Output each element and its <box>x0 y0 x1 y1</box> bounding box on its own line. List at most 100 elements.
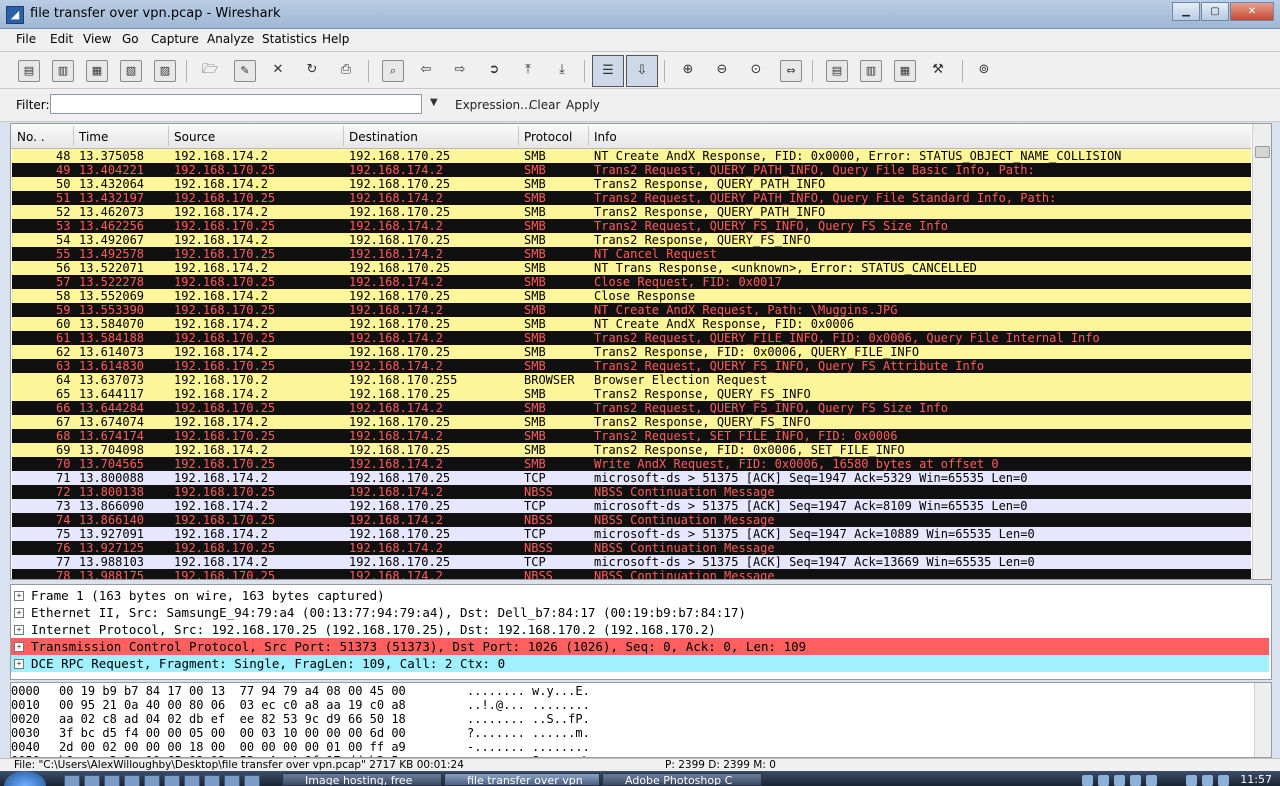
packet-row[interactable]: 68 13.674174 192.168.170.25 192.168.174.2 SM… <box>12 429 1251 443</box>
taskbar-button-wireshark[interactable]: file transfer over vpn <box>444 773 600 786</box>
start-capture-icon[interactable]: ▦ <box>86 60 108 82</box>
tray-icon[interactable] <box>1114 775 1125 786</box>
detail-tree-item[interactable]: + Frame 1 (163 bytes on wire, 163 bytes c… <box>11 587 1269 604</box>
volume-icon[interactable] <box>1218 775 1229 786</box>
expand-plus-icon[interactable]: + <box>14 659 24 669</box>
packet-row[interactable]: 48 13.375058 192.168.174.2 192.168.170.25 SM… <box>12 149 1251 163</box>
network-icon[interactable] <box>1202 775 1213 786</box>
packet-row[interactable]: 74 13.866140 192.168.170.25 192.168.174.2 NB… <box>12 513 1251 527</box>
packet-row[interactable]: 65 13.644117 192.168.174.2 192.168.170.25 SM… <box>12 387 1251 401</box>
packet-row[interactable]: 77 13.988103 192.168.174.2 192.168.170.25 TC… <box>12 555 1251 569</box>
column-no[interactable]: No. . <box>17 130 45 144</box>
packet-row[interactable]: 63 13.614830 192.168.170.25 192.168.174.2 SM… <box>12 359 1251 373</box>
column-divider[interactable] <box>343 126 344 146</box>
menu-capture[interactable]: Capture <box>151 32 199 46</box>
column-protocol[interactable]: Protocol <box>524 130 572 144</box>
packet-row[interactable]: 72 13.800138 192.168.170.25 192.168.174.2 NB… <box>12 485 1251 499</box>
packet-row[interactable]: 67 13.674074 192.168.174.2 192.168.170.25 SM… <box>12 415 1251 429</box>
packet-row[interactable]: 71 13.800088 192.168.174.2 192.168.170.25 TC… <box>12 471 1251 485</box>
clock[interactable]: 11:57 <box>1240 773 1272 786</box>
packet-row[interactable]: 51 13.432197 192.168.170.25 192.168.174.2 SM… <box>12 191 1251 205</box>
go-to-packet-icon[interactable]: ➲ <box>484 60 504 80</box>
menu-analyze[interactable]: Analyze <box>207 32 254 46</box>
packet-row[interactable]: 50 13.432064 192.168.174.2 192.168.170.25 SM… <box>12 177 1251 191</box>
go-first-icon[interactable]: ⤒ <box>518 60 538 80</box>
packet-row[interactable]: 55 13.492578 192.168.170.25 192.168.174.2 SM… <box>12 247 1251 261</box>
find-packet-icon[interactable]: ⌕ <box>382 60 404 82</box>
bytes-row[interactable]: 0040 2d 00 02 00 00 00 18 00 00 00 00 00 … <box>11 740 1251 754</box>
tray-icon[interactable] <box>1082 775 1093 786</box>
go-back-icon[interactable]: ⇦ <box>416 60 436 80</box>
column-source[interactable]: Source <box>174 130 215 144</box>
detail-tree-item[interactable]: + Ethernet II, Src: SamsungE_94:79:a4 (00… <box>11 604 1269 621</box>
packet-row[interactable]: 76 13.927125 192.168.170.25 192.168.174.2 NB… <box>12 541 1251 555</box>
quick-launch-icon[interactable] <box>224 775 240 786</box>
packet-row[interactable]: 78 13.988175 192.168.170.25 192.168.174.2 NB… <box>12 569 1251 579</box>
packet-row[interactable]: 52 13.462073 192.168.174.2 192.168.170.25 SM… <box>12 205 1251 219</box>
expand-plus-icon[interactable]: + <box>14 591 24 601</box>
column-divider[interactable] <box>588 126 589 146</box>
column-info[interactable]: Info <box>594 130 617 144</box>
apply-button[interactable]: Apply <box>566 98 600 112</box>
packet-list[interactable]: No. . Time Source Destination Protocol I… <box>10 123 1272 580</box>
restart-capture-icon[interactable]: ▨ <box>154 60 176 82</box>
packet-row[interactable]: 69 13.704098 192.168.174.2 192.168.170.25 SM… <box>12 443 1251 457</box>
menu-statistics[interactable]: Statistics <box>262 32 317 46</box>
bytes-scrollbar[interactable] <box>1254 683 1271 757</box>
start-orb-icon[interactable] <box>4 771 46 786</box>
packet-row[interactable]: 54 13.492067 192.168.174.2 192.168.170.25 SM… <box>12 233 1251 247</box>
menu-go[interactable]: Go <box>122 32 139 46</box>
bytes-row[interactable]: 0000 00 19 b9 b7 84 17 00 13 77 94 79 a4 … <box>11 684 1251 698</box>
tray-icon[interactable] <box>1146 775 1157 786</box>
column-destination[interactable]: Destination <box>349 130 418 144</box>
packet-row[interactable]: 56 13.522071 192.168.174.2 192.168.170.25 SM… <box>12 261 1251 275</box>
minimize-button[interactable]: ▁ <box>1172 2 1200 21</box>
packet-row[interactable]: 60 13.584070 192.168.174.2 192.168.170.25 SM… <box>12 317 1251 331</box>
packet-row[interactable]: 64 13.637073 192.168.170.2 192.168.170.255 B… <box>12 373 1251 387</box>
packet-row[interactable]: 57 13.522278 192.168.170.25 192.168.174.2 SM… <box>12 275 1251 289</box>
packet-row[interactable]: 53 13.462256 192.168.170.25 192.168.174.2 SM… <box>12 219 1251 233</box>
stop-capture-icon[interactable]: ▧ <box>120 60 142 82</box>
tray-icon[interactable] <box>1130 775 1141 786</box>
quick-launch-icon[interactable] <box>244 775 260 786</box>
quick-launch-icon[interactable] <box>144 775 160 786</box>
close-file-icon[interactable]: ✕ <box>268 60 288 80</box>
zoom-out-icon[interactable]: ⊖ <box>712 60 732 80</box>
preferences-icon[interactable]: ⚒ <box>928 60 948 80</box>
close-button[interactable]: ✕ <box>1230 2 1274 21</box>
packet-row[interactable]: 75 13.927091 192.168.174.2 192.168.170.25 TC… <box>12 527 1251 541</box>
packet-bytes-pane[interactable]: 0000 00 19 b9 b7 84 17 00 13 77 94 79 a4 … <box>10 682 1272 758</box>
expand-plus-icon[interactable]: + <box>14 625 24 635</box>
chevron-down-icon[interactable]: ▼ <box>430 97 438 108</box>
packet-row[interactable]: 61 13.584188 192.168.170.25 192.168.174.2 SM… <box>12 331 1251 345</box>
filter-input[interactable] <box>50 94 422 114</box>
detail-tree-item[interactable]: + Transmission Control Protocol, Src Port… <box>11 638 1269 655</box>
capture-options-icon[interactable]: ▥ <box>52 60 74 82</box>
quick-launch-icon[interactable] <box>64 775 80 786</box>
bytes-row[interactable]: 0010 00 95 21 0a 40 00 80 06 03 ec c0 a8 … <box>11 698 1251 712</box>
interface-list-icon[interactable]: ▤ <box>18 60 40 82</box>
zoom-normal-icon[interactable]: ⊙ <box>746 60 766 80</box>
battery-icon[interactable] <box>1186 775 1197 786</box>
zoom-in-icon[interactable]: ⊕ <box>678 60 698 80</box>
colorize-icon[interactable]: ☰ <box>592 55 624 87</box>
quick-launch-icon[interactable] <box>164 775 180 786</box>
expand-plus-icon[interactable]: + <box>14 608 24 618</box>
expand-plus-icon[interactable]: + <box>14 642 24 652</box>
bluetooth-icon[interactable] <box>1098 775 1109 786</box>
quick-launch-icon[interactable] <box>84 775 100 786</box>
taskbar-button-browser[interactable]: Image hosting, free <box>282 773 442 786</box>
packet-row[interactable]: 62 13.614073 192.168.174.2 192.168.170.25 SM… <box>12 345 1251 359</box>
bytes-row[interactable]: 0030 3f bc d5 f4 00 00 05 00 00 03 10 00 … <box>11 726 1251 740</box>
taskbar-button-photoshop[interactable]: Adobe Photoshop C <box>602 773 762 786</box>
packet-row[interactable]: 49 13.404221 192.168.170.25 192.168.174.2 SM… <box>12 163 1251 177</box>
open-file-icon[interactable]: 🗁 <box>200 60 220 80</box>
display-filters-icon[interactable]: ▥ <box>860 60 882 82</box>
menu-edit[interactable]: Edit <box>50 32 73 46</box>
detail-tree-item[interactable]: + Internet Protocol, Src: 192.168.170.25 … <box>11 621 1269 638</box>
packet-row[interactable]: 73 13.866090 192.168.174.2 192.168.170.25 TC… <box>12 499 1251 513</box>
reload-icon[interactable]: ↻ <box>302 60 322 80</box>
save-file-icon[interactable]: ✎ <box>234 60 256 82</box>
menu-file[interactable]: File <box>16 32 36 46</box>
column-divider[interactable] <box>168 126 169 146</box>
